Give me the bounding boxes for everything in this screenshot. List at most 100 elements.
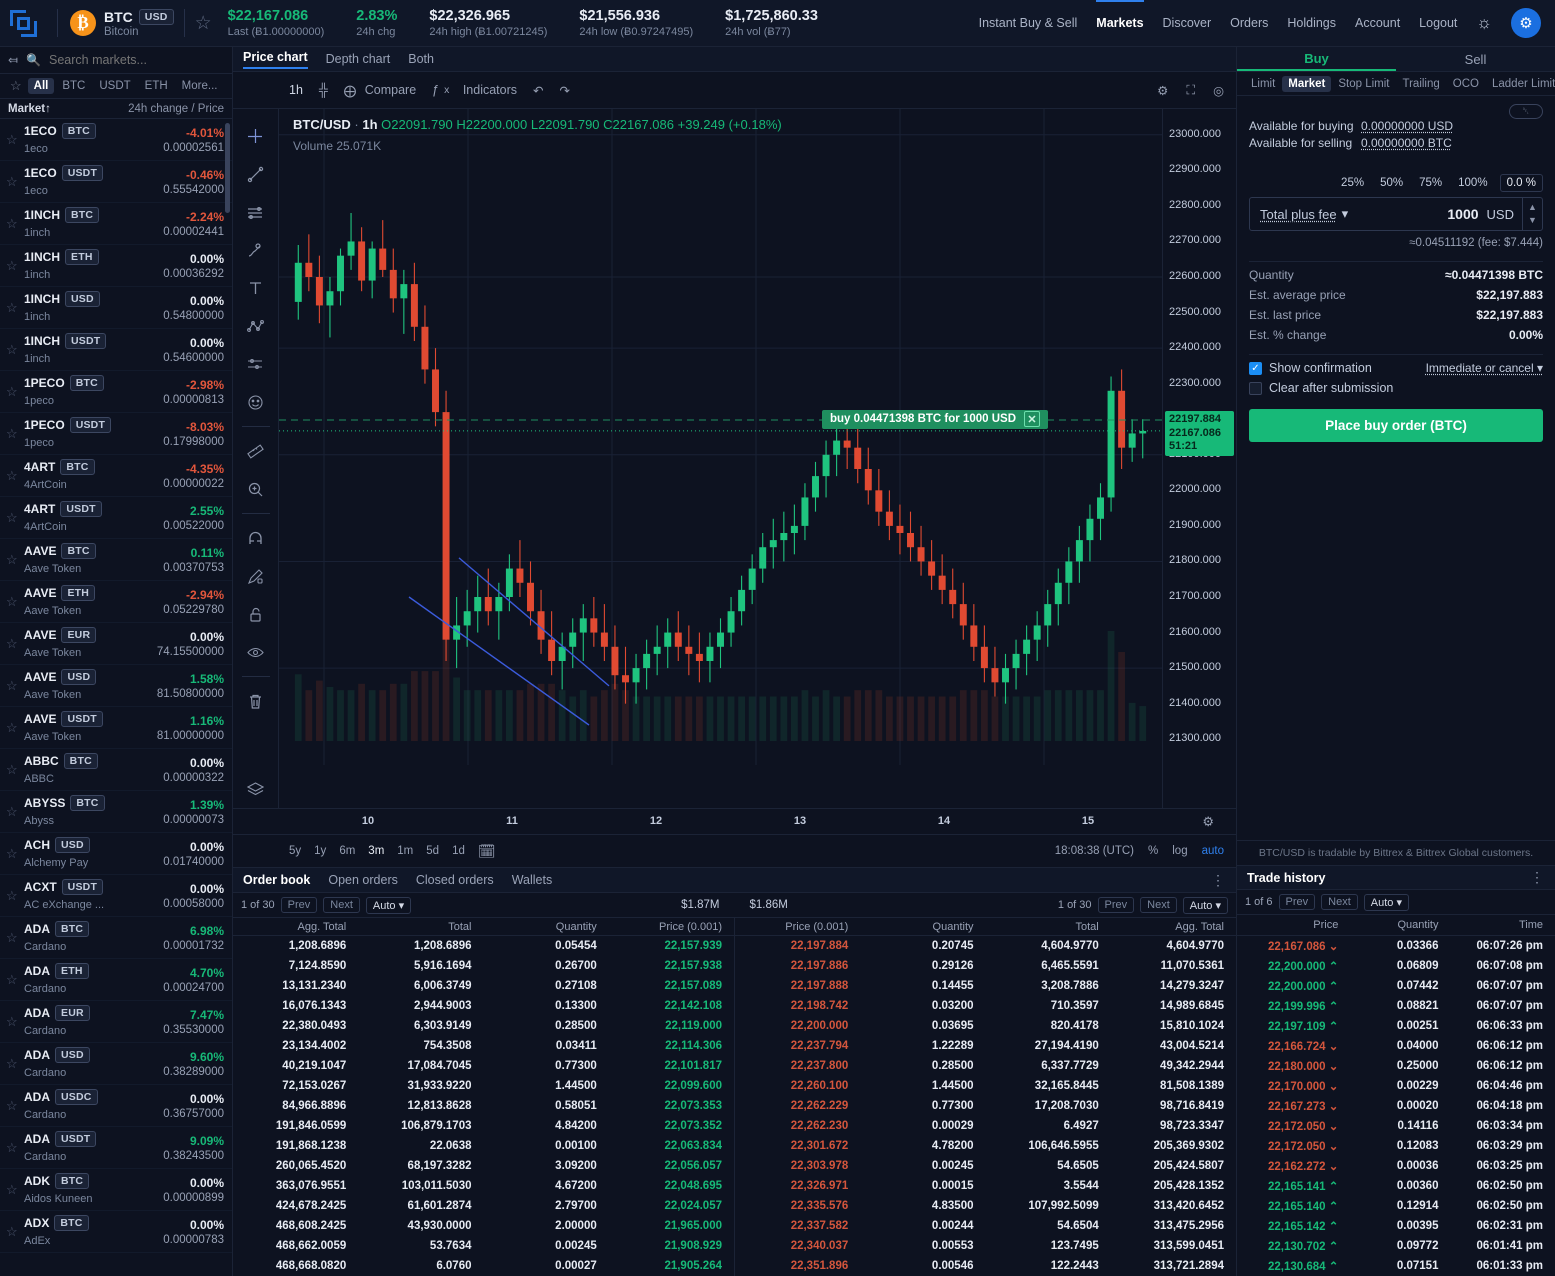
range-1y[interactable]: 1y bbox=[314, 845, 326, 857]
order-book-row[interactable]: 22,260.100 1.44500 32,165.8445 81,508.1389 bbox=[735, 1076, 1236, 1096]
order-book-row[interactable]: 22,200.000 0.03695 820.4178 15,810.1024 bbox=[735, 1016, 1236, 1036]
bids-rows[interactable]: 1,208.6896 1,208.6896 0.05454 22,157.939 7,1… bbox=[233, 936, 734, 1276]
market-row[interactable]: ☆ 1PECO BTC 1peco -2.98% 0.00000813 bbox=[0, 371, 232, 413]
order-book-row[interactable]: 260,065.4520 68,197.3282 3.09200 22,056.057 bbox=[233, 1156, 734, 1176]
trade-history-row[interactable]: 22,165.140 ⌃ 0.12914 06:02:50 pm bbox=[1237, 1196, 1555, 1216]
market-row[interactable]: ☆ 1ECO USDT 1eco -0.46% 0.55542000 bbox=[0, 161, 232, 203]
order-book-row[interactable]: 22,198.742 0.03200 710.3597 14,989.6845 bbox=[735, 996, 1236, 1016]
asks-rows[interactable]: 22,197.884 0.20745 4,604.9770 4,604.9770 22,… bbox=[735, 936, 1236, 1276]
chart-settings-gear-icon[interactable]: ⚙ bbox=[1157, 83, 1168, 98]
log-scale-button[interactable]: log bbox=[1172, 845, 1187, 857]
order-type-oco[interactable]: OCO bbox=[1447, 76, 1485, 92]
favorite-star-icon[interactable]: ☆ bbox=[6, 972, 19, 988]
range-1m[interactable]: 1m bbox=[397, 845, 413, 857]
nav-holdings[interactable]: Holdings bbox=[1287, 16, 1336, 30]
favorite-star-icon[interactable]: ☆ bbox=[6, 846, 19, 862]
sort-asc-icon[interactable]: ↑ bbox=[45, 103, 51, 115]
brush-icon[interactable] bbox=[233, 231, 279, 269]
order-book-row[interactable]: 468,662.0059 53.7634 0.00245 21,908.929 bbox=[233, 1236, 734, 1256]
market-row[interactable]: ☆ ADA USDC Cardano 0.00% 0.36757000 bbox=[0, 1085, 232, 1127]
market-row[interactable]: ☆ 1ECO BTC 1eco -4.01% 0.00002561 bbox=[0, 119, 232, 161]
nav-account[interactable]: Account bbox=[1355, 16, 1400, 30]
open-order-annotation[interactable]: buy 0.04471398 BTC for 1000 USD ✕ bbox=[822, 409, 1049, 429]
crosshair-icon[interactable] bbox=[233, 117, 279, 155]
range-5y[interactable]: 5y bbox=[289, 845, 301, 857]
goto-date-icon[interactable]: 🗓 bbox=[478, 843, 496, 860]
market-row[interactable]: ☆ ADA USDT Cardano 9.09% 0.38243500 bbox=[0, 1127, 232, 1169]
trade-history-row[interactable]: 22,197.109 ⌃ 0.00251 06:06:33 pm bbox=[1237, 1016, 1555, 1036]
redo-icon[interactable]: ↷ bbox=[560, 83, 570, 98]
filter-more[interactable]: More... bbox=[176, 78, 224, 94]
clear-form-icon[interactable]: ␡ bbox=[1509, 104, 1543, 119]
market-row[interactable]: ☆ 1INCH ETH 1inch 0.00% 0.00036292 bbox=[0, 245, 232, 287]
favorite-star-icon[interactable]: ☆ bbox=[6, 426, 19, 442]
favorite-star-icon[interactable]: ☆ bbox=[6, 1182, 19, 1198]
market-row[interactable]: ☆ ADA ETH Cardano 4.70% 0.00024700 bbox=[0, 959, 232, 1001]
favorite-star-icon[interactable]: ☆ bbox=[6, 762, 19, 778]
layers-icon[interactable] bbox=[233, 770, 279, 808]
trade-history-row[interactable]: 22,165.141 ⌃ 0.00360 06:02:50 pm bbox=[1237, 1176, 1555, 1196]
order-book-row[interactable]: 424,678.2425 61,601.2874 2.79700 22,024.057 bbox=[233, 1196, 734, 1216]
market-row[interactable]: ☆ ADA EUR Cardano 7.47% 0.35530000 bbox=[0, 1001, 232, 1043]
favorite-star-icon[interactable]: ☆ bbox=[6, 804, 19, 820]
market-row[interactable]: ☆ AAVE USDT Aave Token 1.16% 81.00000000 bbox=[0, 707, 232, 749]
market-row[interactable]: ☆ 1INCH USD 1inch 0.00% 0.54800000 bbox=[0, 287, 232, 329]
order-book-row[interactable]: 22,237.800 0.28500 6,337.7729 49,342.2944 bbox=[735, 1056, 1236, 1076]
order-book-row[interactable]: 191,868.1238 22.0638 0.00100 22,063.834 bbox=[233, 1136, 734, 1156]
filter-btc[interactable]: BTC bbox=[56, 78, 91, 94]
candlestick-plot[interactable]: BTC/USD · 1h O22091.790 H22200.000 L2209… bbox=[279, 109, 1162, 808]
order-book-row[interactable]: 40,219.1047 17,084.7045 0.77300 22,101.817 bbox=[233, 1056, 734, 1076]
order-book-row[interactable]: 7,124.8590 5,916.1694 0.26700 22,157.938 bbox=[233, 956, 734, 976]
bids-auto-select[interactable]: Auto ▾ bbox=[365, 896, 412, 914]
favorite-star-icon[interactable]: ☆ bbox=[6, 174, 19, 190]
favorite-star-icon[interactable]: ☆ bbox=[6, 720, 19, 736]
asks-auto-select[interactable]: Auto ▾ bbox=[1182, 896, 1228, 914]
trade-history-menu-icon[interactable]: ⋮ bbox=[1530, 869, 1545, 886]
trade-history-rows[interactable]: 22,167.086 ⌄ 0.03366 06:07:26 pm 22,200.000… bbox=[1237, 936, 1555, 1276]
order-type-limit[interactable]: Limit bbox=[1245, 76, 1281, 92]
lock-icon[interactable] bbox=[233, 595, 279, 633]
order-book-row[interactable]: 23,134.4002 754.3508 0.03411 22,114.306 bbox=[233, 1036, 734, 1056]
favorite-star-icon[interactable]: ☆ bbox=[6, 1098, 19, 1114]
nav-discover[interactable]: Discover bbox=[1163, 16, 1212, 30]
amount-value[interactable]: 1000 bbox=[1447, 206, 1478, 222]
trade-history-next-button[interactable]: Next bbox=[1321, 894, 1358, 910]
trade-history-row[interactable]: 22,165.142 ⌃ 0.00395 06:02:31 pm bbox=[1237, 1216, 1555, 1236]
amount-stepper[interactable]: ▲ ▼ bbox=[1522, 197, 1542, 231]
tab-buy[interactable]: Buy bbox=[1237, 47, 1396, 71]
cancel-order-close-icon[interactable]: ✕ bbox=[1024, 411, 1041, 428]
nav-markets[interactable]: Markets bbox=[1096, 0, 1144, 30]
favorite-star-icon[interactable]: ☆ bbox=[6, 468, 19, 484]
order-book-row[interactable]: 22,237.794 1.22289 27,194.4190 43,004.5214 bbox=[735, 1036, 1236, 1056]
trade-history-row[interactable]: 22,167.086 ⌄ 0.03366 06:07:26 pm bbox=[1237, 936, 1555, 956]
order-book-row[interactable]: 13,131.2340 6,006.3749 0.27108 22,157.089 bbox=[233, 976, 734, 996]
order-type-trailing[interactable]: Trailing bbox=[1397, 76, 1446, 92]
trade-history-row[interactable]: 22,180.000 ⌄ 0.25000 06:06:12 pm bbox=[1237, 1056, 1555, 1076]
trade-history-row[interactable]: 22,200.000 ⌃ 0.07442 06:07:07 pm bbox=[1237, 976, 1555, 996]
tab-price-chart[interactable]: Price chart bbox=[243, 50, 308, 69]
market-row[interactable]: ☆ 1INCH BTC 1inch -2.24% 0.00002441 bbox=[0, 203, 232, 245]
trend-line-icon[interactable] bbox=[233, 155, 279, 193]
order-book-row[interactable]: 22,337.582 0.00244 54.6504 313,475.2956 bbox=[735, 1216, 1236, 1236]
favorite-star-icon[interactable]: ☆ bbox=[6, 258, 19, 274]
favorite-star-icon[interactable]: ☆ bbox=[6, 1140, 19, 1156]
filter-all[interactable]: All bbox=[27, 78, 55, 94]
collapse-sidebar-icon[interactable]: ⤆ bbox=[8, 53, 18, 67]
nav-orders[interactable]: Orders bbox=[1230, 16, 1268, 30]
tab-wallets[interactable]: Wallets bbox=[512, 873, 553, 887]
pct-50-button[interactable]: 50% bbox=[1372, 175, 1411, 191]
show-confirmation-checkbox[interactable]: ✓ bbox=[1249, 361, 1262, 375]
delete-trash-icon[interactable] bbox=[233, 682, 279, 720]
order-book-row[interactable]: 22,301.672 4.78200 106,646.5955 205,369.930… bbox=[735, 1136, 1236, 1156]
patterns-icon[interactable] bbox=[233, 307, 279, 345]
tab-both[interactable]: Both bbox=[408, 52, 434, 66]
range-1d[interactable]: 1d bbox=[452, 845, 465, 857]
market-row[interactable]: ☆ ACXT USDT AC eXchange ... 0.00% 0.00058000 bbox=[0, 875, 232, 917]
pct-25-button[interactable]: 25% bbox=[1333, 175, 1372, 191]
undo-icon[interactable]: ↶ bbox=[533, 83, 543, 98]
market-list[interactable]: ☆ 1ECO BTC 1eco -4.01% 0.00002561 ☆ 1ECO USDT 1ec… bbox=[0, 119, 232, 1276]
tab-depth-chart[interactable]: Depth chart bbox=[326, 52, 391, 66]
trade-history-row[interactable]: 22,200.000 ⌃ 0.06809 06:07:08 pm bbox=[1237, 956, 1555, 976]
draw-mode-icon[interactable] bbox=[233, 557, 279, 595]
filter-eth[interactable]: ETH bbox=[139, 78, 174, 94]
